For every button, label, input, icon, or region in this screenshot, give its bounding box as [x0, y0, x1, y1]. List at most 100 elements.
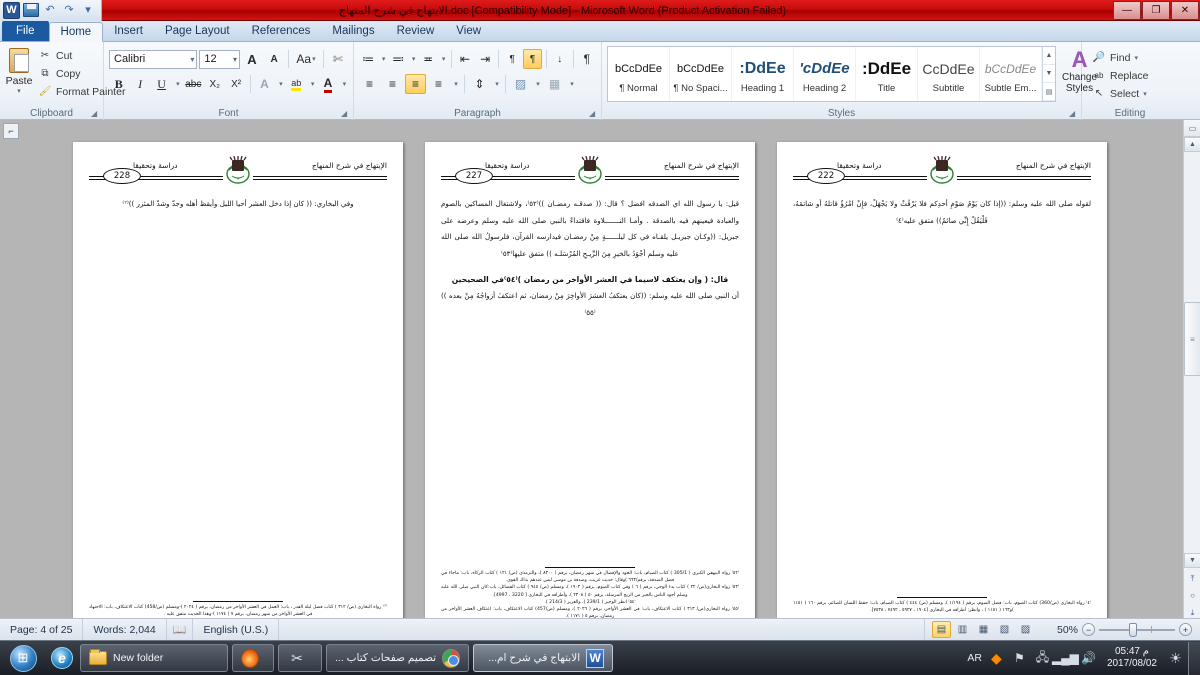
tab-mailings[interactable]: Mailings [321, 21, 385, 41]
page-body[interactable]: لقوله صلى الله عليه وسلم: ((إذا كان يَوْ… [793, 196, 1091, 229]
paste-button[interactable]: Paste ▾ [5, 45, 33, 103]
align-center-button[interactable]: ≡ [382, 74, 403, 94]
styles-gallery[interactable]: bCcDdEe ¶ Normal bCcDdEe ¶ No Spaci... :… [607, 46, 1056, 102]
select-button[interactable]: ↖ Select ▾ [1089, 85, 1152, 102]
style-heading-2[interactable]: 'cDdEe Heading 2 [794, 47, 856, 101]
clipboard-dialog-launcher[interactable]: ◢ [91, 109, 100, 118]
taskbar-button-chrome[interactable]: تصميم صفحات كتاب ... [326, 644, 469, 672]
font-color-dropdown-icon[interactable]: ▾ [340, 74, 348, 94]
find-dropdown-icon[interactable]: ▾ [1134, 54, 1138, 62]
multilevel-dropdown-icon[interactable]: ▾ [439, 49, 447, 69]
select-dropdown-icon[interactable]: ▾ [1143, 90, 1147, 98]
avast-icon[interactable]: ◆ [988, 650, 1005, 667]
bold-button[interactable]: B [109, 74, 128, 94]
style-subtle-emphasis[interactable]: bCcDdEe Subtle Em... [980, 47, 1042, 101]
paste-dropdown-arrow[interactable]: ▾ [17, 87, 21, 95]
line-spacing-dropdown-icon[interactable]: ▾ [492, 74, 501, 94]
quick-launch-internet-explorer[interactable]: e [46, 643, 78, 673]
tab-references[interactable]: References [241, 21, 322, 41]
increase-indent-button[interactable]: ⇥ [476, 49, 494, 69]
page-body[interactable]: وفي البخاري: (( كان إذا دخل العشر أحيا ا… [89, 196, 387, 213]
window-controls[interactable]: — ❐ ✕ [1113, 0, 1200, 21]
page-indicator[interactable]: Page: 4 of 25 [0, 619, 83, 641]
tab-page-layout[interactable]: Page Layout [154, 21, 241, 41]
redo-icon[interactable]: ↷ [61, 2, 77, 18]
customize-qat-icon[interactable]: ▾ [80, 2, 96, 18]
bullets-button[interactable]: ≔ [359, 49, 377, 69]
text-effects-button[interactable]: A [255, 74, 274, 94]
show-desktop-button[interactable] [1188, 642, 1200, 675]
tab-home[interactable]: Home [49, 22, 104, 42]
shading-dropdown-icon[interactable]: ▾ [533, 74, 542, 94]
tab-review[interactable]: Review [386, 21, 446, 41]
view-buttons[interactable]: ▤ ▥ ▦ ▧ ▨ [924, 619, 1042, 641]
align-left-button[interactable]: ≡ [359, 74, 380, 94]
document-page[interactable]: الإبتهاج في شرح المنهاج دراسة وتحقيقا ✦ [73, 142, 403, 626]
zoom-controls[interactable]: 50% − + [1042, 623, 1200, 636]
previous-page-button[interactable]: ⤒ [1184, 570, 1200, 587]
web-layout-view-button[interactable]: ▦ [974, 621, 993, 638]
change-case-button[interactable]: Aa▾ [293, 49, 319, 69]
bullets-dropdown-icon[interactable]: ▾ [379, 49, 387, 69]
sort-button[interactable]: ↓ [551, 49, 569, 69]
styles-scroll-up-icon[interactable]: ▲ [1043, 47, 1055, 65]
style-normal[interactable]: bCcDdEe ¶ Normal [608, 47, 670, 101]
document-page[interactable]: الإبتهاج في شرح المنهاج دراسة وتحقيقا ✦ [777, 142, 1107, 626]
action-center-icon[interactable]: ⚑ [1011, 650, 1028, 667]
justify-button[interactable]: ≡ [428, 74, 449, 94]
maximize-button[interactable]: ❐ [1142, 1, 1170, 20]
highlight-dropdown-icon[interactable]: ▾ [308, 74, 316, 94]
italic-button[interactable]: I [130, 74, 149, 94]
word-count[interactable]: Words: 2,044 [83, 619, 166, 641]
show-formatting-marks-button[interactable]: ¶ [578, 49, 596, 69]
save-icon[interactable] [23, 2, 39, 18]
highlight-button[interactable]: ab [287, 74, 306, 94]
clock[interactable]: 05:47 م 2017/08/02 [1103, 646, 1161, 671]
subscript-button[interactable]: X₂ [205, 74, 224, 94]
network-icon[interactable]: 🖧 [1034, 650, 1051, 667]
shading-button[interactable]: ▨ [510, 74, 531, 94]
undo-icon[interactable]: ↶ [42, 2, 58, 18]
scroll-up-button[interactable]: ▲ [1184, 137, 1200, 152]
align-right-button[interactable]: ≡ [405, 74, 426, 94]
minimize-button[interactable]: — [1113, 1, 1141, 20]
style-heading-1[interactable]: :DdEe Heading 1 [732, 47, 794, 101]
close-button[interactable]: ✕ [1171, 1, 1199, 20]
ltr-text-direction-button[interactable]: ¶ [503, 49, 521, 69]
scrollbar-thumb[interactable]: ≡ [1184, 302, 1200, 376]
zoom-slider[interactable] [1099, 629, 1175, 631]
vertical-scrollbar[interactable]: ▭ ▲ ≡ ▼ ⤒ ○ ⤓ [1183, 120, 1200, 618]
paragraph-dialog-launcher[interactable]: ◢ [589, 109, 598, 118]
document-work-area[interactable]: ⌐ الإبتهاج في شرح المنهاج دراسة وتحقيقا [0, 120, 1200, 618]
tab-insert[interactable]: Insert [103, 21, 154, 41]
proofing-status-icon[interactable]: 📖 [167, 619, 194, 641]
brightness-icon[interactable]: ☀ [1167, 650, 1184, 667]
split-window-handle[interactable]: ▭ [1184, 120, 1200, 137]
underline-dropdown-icon[interactable]: ▾ [173, 74, 181, 94]
taskbar-button-snipping-tool[interactable]: ✂ [278, 644, 322, 672]
style-no-spacing[interactable]: bCcDdEe ¶ No Spaci... [670, 47, 732, 101]
zoom-slider-thumb[interactable] [1129, 623, 1137, 637]
taskbar-button-new-folder[interactable]: New folder [80, 644, 228, 672]
font-dialog-launcher[interactable]: ◢ [341, 109, 350, 118]
justify-dropdown-icon[interactable]: ▾ [451, 74, 460, 94]
superscript-button[interactable]: X² [226, 74, 245, 94]
decrease-indent-button[interactable]: ⇤ [456, 49, 474, 69]
line-spacing-button[interactable]: ⇕ [469, 74, 490, 94]
quick-access-toolbar[interactable]: W ↶ ↷ ▾ [0, 0, 102, 21]
styles-more-icon[interactable]: ▤ [1043, 83, 1055, 101]
multilevel-list-button[interactable]: ≖ [419, 49, 437, 69]
volume-icon[interactable]: 🔊 [1080, 650, 1097, 667]
document-page[interactable]: الإبتهاج في شرح المنهاج دراسة وتحقيقا ✦ [425, 142, 755, 626]
replace-button[interactable]: ab Replace [1089, 67, 1152, 84]
tab-stop-selector[interactable]: ⌐ [3, 123, 19, 139]
style-title[interactable]: :DdEe Title [856, 47, 918, 101]
font-name-combo[interactable]: Calibri ▾ [109, 50, 197, 69]
find-button[interactable]: 🔎 Find ▾ [1089, 49, 1152, 66]
grow-font-button[interactable]: A [242, 49, 262, 69]
full-screen-reading-view-button[interactable]: ▥ [953, 621, 972, 638]
page-body[interactable]: قيل: يا رسول الله اي الصدقه افضل ؟ قال: … [441, 196, 739, 322]
shrink-font-button[interactable]: A [264, 49, 284, 69]
zoom-level[interactable]: 50% [1050, 624, 1078, 636]
taskbar-button-firefox[interactable] [232, 644, 274, 672]
